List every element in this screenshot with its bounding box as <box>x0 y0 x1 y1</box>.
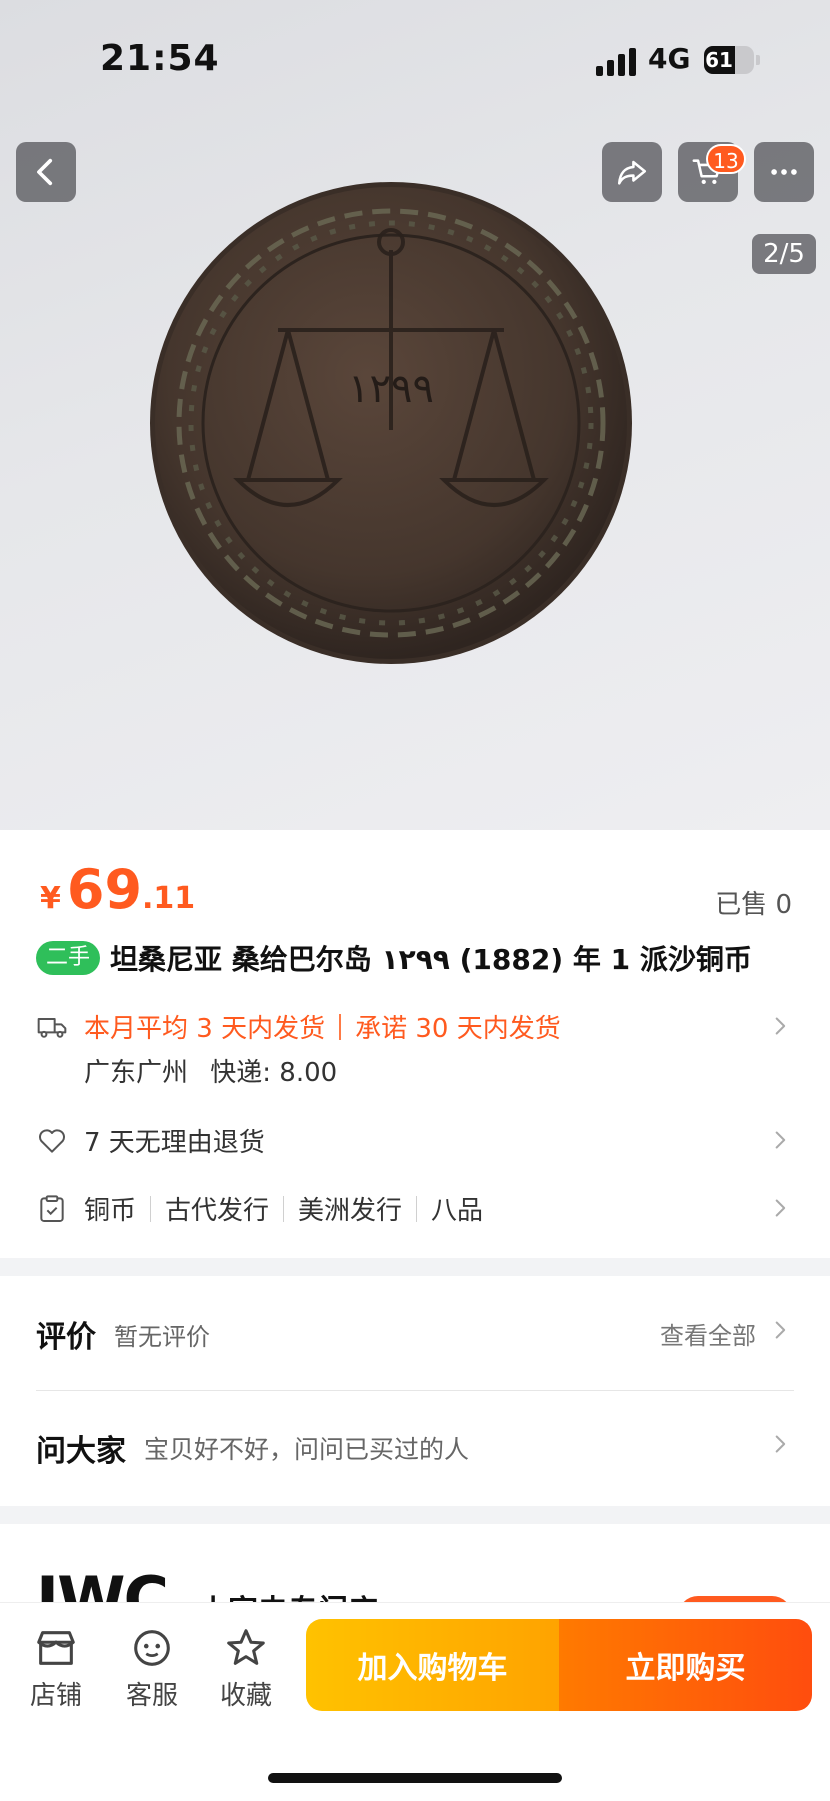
store-icon <box>37 1631 75 1665</box>
status-bar: 21:54 4G 61 <box>0 0 830 120</box>
product-image-coin: ١٢٩٩ <box>150 182 632 664</box>
ask-everyone-row[interactable]: 问大家 宝贝好不好，问问已买过的人 <box>36 1426 469 1470</box>
tab-favorite-label: 收藏 <box>219 1681 272 1711</box>
battery-tip <box>756 55 760 65</box>
clock: 21:54 <box>100 38 220 79</box>
product-title: 坦桑尼亚 桑给巴尔岛 ١٢٩٩ (1882) 年 1 派沙铜币 <box>110 943 752 976</box>
tab-store[interactable]: 店铺 <box>16 1625 96 1712</box>
product-title-row: 二手 坦桑尼亚 桑给巴尔岛 ١٢٩٩ (1882) 年 1 派沙铜币 <box>36 938 752 978</box>
product-info-card: ¥ 69 .11 已售 0 二手 坦桑尼亚 桑给巴尔岛 ١٢٩٩ (1882) … <box>0 830 830 1258</box>
returns-row[interactable]: 7 天无理由退货 <box>36 1122 265 1159</box>
shipping-row[interactable]: 本月平均 3 天内发货 承诺 30 天内发货 <box>36 1008 561 1045</box>
coin-date: ١٢٩٩ <box>348 366 434 412</box>
signal-icon <box>596 46 638 76</box>
add-to-cart-button[interactable]: 加入购物车 <box>306 1619 559 1711</box>
shipping-average: 本月平均 3 天内发货 <box>84 1014 326 1044</box>
shipping-promise: 承诺 30 天内发货 <box>355 1014 561 1044</box>
shipping-fee: 快递: 8.00 <box>210 1058 338 1088</box>
shipping-location: 广东广州 <box>84 1058 189 1088</box>
attribute-tag: 八品 <box>431 1196 484 1226</box>
home-indicator <box>268 1773 562 1783</box>
customer-service-icon <box>134 1630 170 1666</box>
secondhand-tag: 二手 <box>36 941 101 975</box>
heart-icon <box>39 1128 65 1153</box>
star-icon <box>227 1629 265 1665</box>
battery-percent: 61 <box>705 48 733 72</box>
shipping-origin: 广东广州 快递: 8.00 <box>84 1052 337 1089</box>
reviews-title: 评价 <box>36 1320 96 1355</box>
attribute-separator <box>283 1195 285 1222</box>
purchase-buttons: 加入购物车 立即购买 <box>306 1619 812 1711</box>
clipboard-icon <box>40 1194 64 1222</box>
attribute-separator <box>150 1195 152 1222</box>
image-counter: 2/5 <box>752 234 816 274</box>
share-button[interactable] <box>602 142 662 202</box>
more-button[interactable] <box>754 142 814 202</box>
view-all-reviews-link[interactable]: 查看全部 <box>660 1316 756 1351</box>
price: ¥ 69 .11 <box>40 858 195 921</box>
chevron-right-icon <box>775 1199 786 1217</box>
price-integer: 69 <box>66 858 143 921</box>
tab-favorite[interactable]: 收藏 <box>206 1625 286 1712</box>
more-icon <box>771 169 797 175</box>
share-icon <box>617 160 647 185</box>
divider <box>36 1390 794 1391</box>
reviews-status: 暂无评价 <box>114 1322 210 1351</box>
sold-count: 已售 0 <box>715 890 792 920</box>
attributes-row[interactable]: 铜币 古代发行 美洲发行 八品 <box>36 1190 483 1227</box>
ask-title: 问大家 <box>36 1434 126 1469</box>
battery-icon: 61 <box>704 46 754 74</box>
reviews-card: 评价 暂无评价 查看全部 问大家 宝贝好不好，问问已买过的人 <box>0 1276 830 1506</box>
reviews-row[interactable]: 评价 暂无评价 <box>36 1312 210 1356</box>
attribute-tag: 铜币 <box>84 1196 137 1226</box>
cart-count-badge: 13 <box>706 144 746 174</box>
truck-icon <box>37 1017 67 1038</box>
chevron-right-icon <box>775 1435 786 1453</box>
chevron-right-icon <box>775 1131 786 1149</box>
price-currency: ¥ <box>40 881 61 916</box>
shipping-separator <box>339 1013 342 1040</box>
product-image-gallery[interactable]: ١٢٩٩ 21:54 4G 61 13 2/5 <box>0 0 830 830</box>
bottom-action-bar: 店铺 客服 收藏 加入购物车 立即购买 <box>0 1602 830 1801</box>
price-decimal: .11 <box>142 881 196 916</box>
returns-label: 7 天无理由退货 <box>84 1128 265 1158</box>
back-button[interactable] <box>16 142 76 202</box>
attribute-tag: 美洲发行 <box>298 1196 403 1226</box>
tab-customer-service[interactable]: 客服 <box>112 1625 192 1712</box>
chevron-right-icon <box>775 1017 786 1035</box>
chevron-right-icon <box>775 1321 786 1339</box>
ask-prompt: 宝贝好不好，问问已买过的人 <box>144 1435 470 1464</box>
attribute-tag: 古代发行 <box>165 1196 270 1226</box>
tab-store-label: 店铺 <box>29 1681 82 1711</box>
attribute-separator <box>416 1195 418 1222</box>
chevron-left-icon <box>37 158 53 186</box>
network-type: 4G <box>648 42 691 75</box>
buy-now-button[interactable]: 立即购买 <box>559 1619 812 1711</box>
tab-customer-service-label: 客服 <box>125 1681 178 1711</box>
